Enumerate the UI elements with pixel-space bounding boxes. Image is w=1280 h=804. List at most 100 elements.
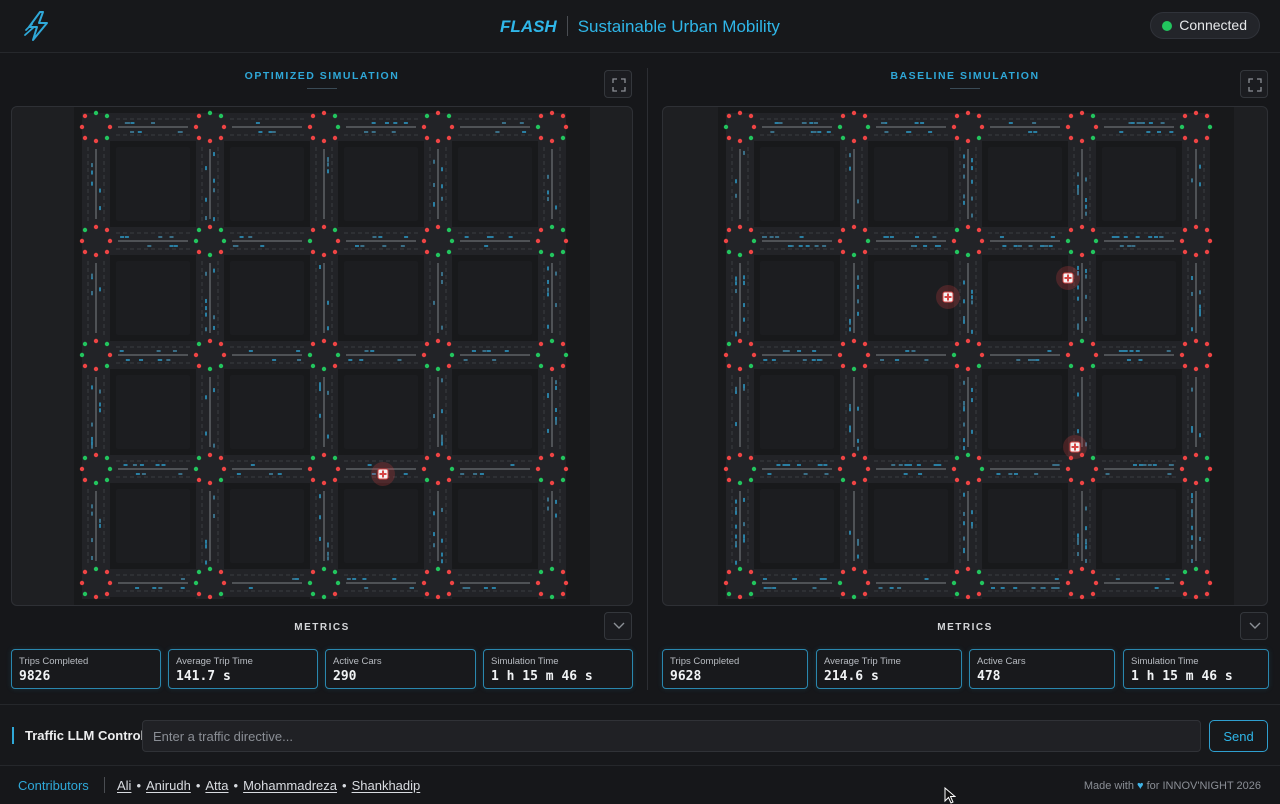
traffic-light-red — [737, 338, 743, 344]
contributor-link[interactable]: Atta — [205, 778, 228, 793]
car — [1016, 359, 1021, 361]
car — [1031, 587, 1036, 589]
contributor-link[interactable]: Anirudh — [146, 778, 191, 793]
city-block — [458, 489, 532, 563]
car — [735, 499, 737, 504]
contributor-link[interactable]: Mohammadreza — [243, 778, 337, 793]
car — [364, 350, 369, 352]
traffic-light-red — [748, 249, 754, 255]
car — [1191, 327, 1193, 332]
traffic-light-green — [538, 249, 544, 255]
car — [205, 544, 207, 549]
traffic-light-green — [107, 466, 113, 472]
baseline-simulation-map[interactable] — [662, 106, 1268, 606]
car — [555, 271, 557, 276]
traffic-light-green — [221, 238, 227, 244]
car — [1118, 350, 1123, 352]
car — [346, 578, 351, 580]
car — [1191, 426, 1193, 431]
car — [255, 122, 260, 124]
car — [996, 473, 1001, 475]
car — [352, 578, 357, 580]
car — [547, 197, 549, 202]
traffic-light-green — [104, 341, 110, 347]
car — [1126, 359, 1131, 361]
car — [433, 159, 435, 164]
baseline-fullscreen-button[interactable] — [1240, 70, 1268, 98]
traffic-light-red — [751, 124, 757, 130]
traffic-light-red — [751, 352, 757, 358]
car — [1111, 236, 1116, 238]
optimized-simulation-map[interactable] — [11, 106, 633, 606]
traffic-light-green — [335, 580, 341, 586]
car — [327, 157, 329, 162]
car — [180, 578, 185, 580]
car — [258, 131, 263, 133]
car — [119, 350, 124, 352]
optimized-metrics-collapse-button[interactable] — [604, 612, 632, 640]
traffic-light-red — [1068, 591, 1074, 597]
car — [1167, 473, 1172, 475]
car — [441, 280, 443, 285]
traffic-light-red — [435, 338, 441, 344]
traffic-light-red — [421, 238, 427, 244]
traffic-light-green — [976, 569, 982, 575]
car — [460, 473, 465, 475]
send-button[interactable]: Send — [1209, 720, 1268, 752]
car — [1085, 317, 1087, 322]
bullet-separator: • — [233, 778, 239, 793]
metric-label: Simulation Time — [1131, 656, 1199, 667]
traffic-light-red — [549, 480, 555, 486]
car — [812, 131, 817, 133]
chevron-down-icon — [1249, 622, 1261, 629]
traffic-light-red — [726, 113, 732, 119]
traffic-light-green — [976, 363, 982, 369]
car — [99, 206, 101, 211]
car — [1191, 291, 1193, 296]
traffic-light-red — [965, 138, 971, 144]
car — [483, 587, 488, 589]
traffic-light-red — [748, 455, 754, 461]
car — [743, 522, 745, 527]
car — [205, 271, 207, 276]
traffic-light-red — [549, 138, 555, 144]
car — [918, 473, 923, 475]
car — [971, 196, 973, 201]
traffic-light-red — [193, 124, 199, 130]
panel-divider — [647, 68, 648, 690]
bullet-separator: • — [342, 778, 347, 793]
optimized-fullscreen-button[interactable] — [604, 70, 632, 98]
traffic-light-red — [335, 238, 341, 244]
traffic-light-green — [538, 363, 544, 369]
car — [735, 289, 737, 294]
traffic-light-green — [1068, 249, 1074, 255]
car — [433, 202, 435, 207]
city-block — [988, 261, 1062, 335]
traffic-light-red — [954, 341, 960, 347]
car — [910, 245, 915, 247]
car — [433, 511, 435, 516]
car — [1044, 245, 1049, 247]
metric-value: 1 h 15 m 46 s — [1131, 669, 1233, 684]
traffic-directive-input[interactable] — [142, 720, 1201, 752]
city-block — [344, 375, 418, 449]
car — [824, 473, 829, 475]
car — [205, 431, 207, 436]
traffic-light-green — [954, 249, 960, 255]
car — [441, 552, 443, 557]
baseline-metrics-collapse-button[interactable] — [1240, 612, 1268, 640]
contributor-link[interactable]: Shankhadip — [352, 778, 421, 793]
traffic-light-red — [1093, 466, 1099, 472]
car — [923, 245, 928, 247]
traffic-light-red — [1065, 580, 1071, 586]
car — [963, 549, 965, 554]
traffic-light-red — [1079, 480, 1085, 486]
car — [158, 359, 163, 361]
car — [971, 300, 973, 305]
car — [213, 315, 215, 320]
car — [91, 444, 93, 449]
traffic-light-green — [837, 580, 843, 586]
contributor-link[interactable]: Ali — [117, 778, 131, 793]
metric-card-simulation-time: Simulation Time 1 h 15 m 46 s — [483, 649, 633, 689]
optimized-simulation-title: OPTIMIZED SIMULATION — [0, 70, 644, 89]
